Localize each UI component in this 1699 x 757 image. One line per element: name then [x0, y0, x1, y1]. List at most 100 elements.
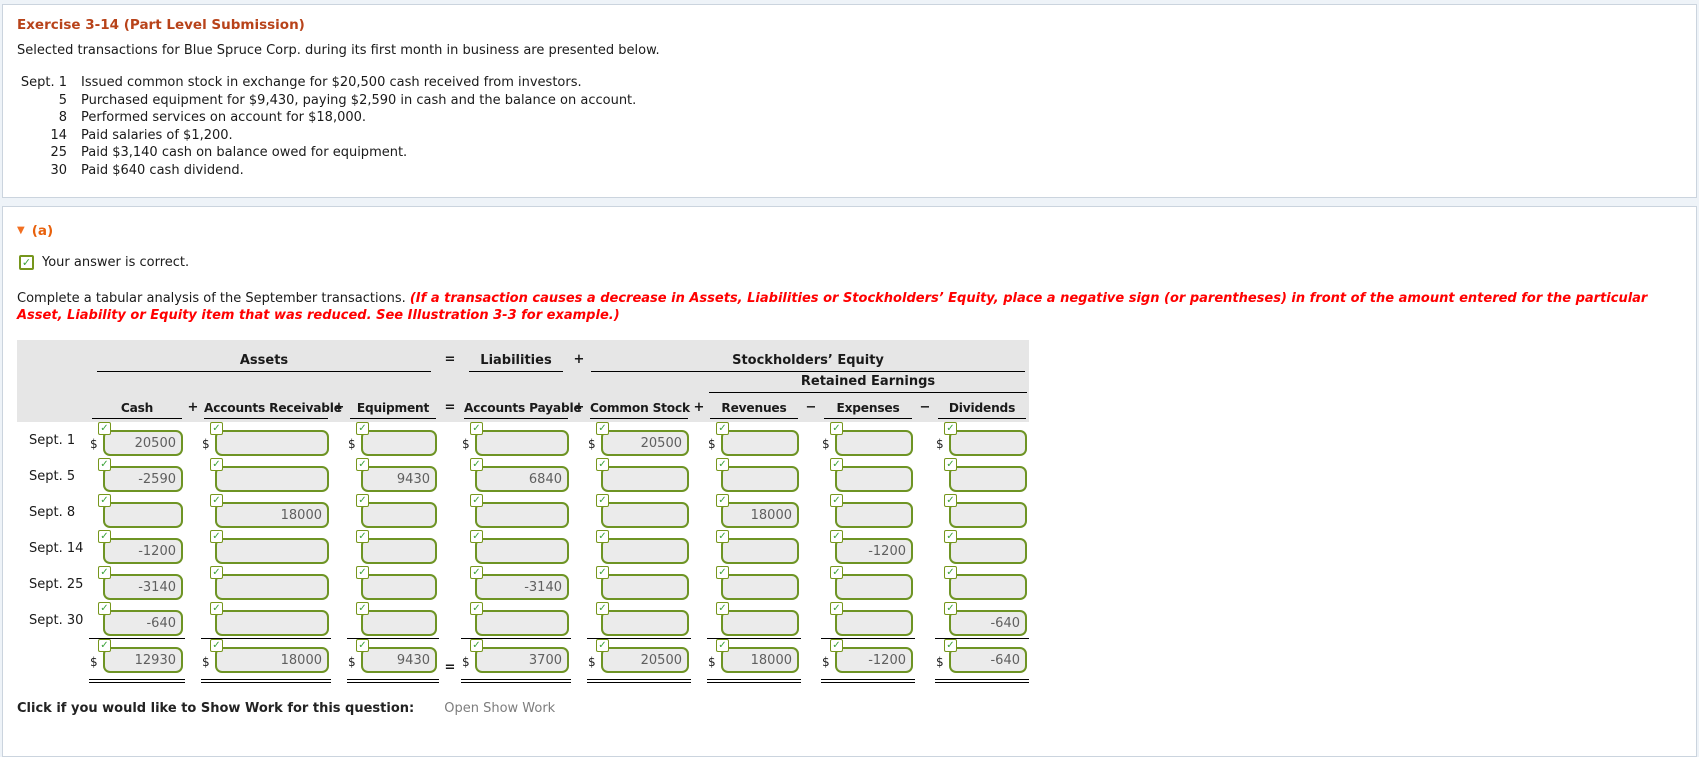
- instruction: Complete a tabular analysis of the Septe…: [17, 290, 1680, 324]
- amount-input-sept-14-cash[interactable]: [103, 538, 183, 564]
- amount-input-total-revenues[interactable]: [721, 647, 799, 673]
- amount-input-sept-1-dividends[interactable]: [949, 430, 1027, 456]
- amount-input-total-accounts-payable[interactable]: [475, 647, 569, 673]
- plus-sign: +: [187, 400, 199, 415]
- transaction-desc: Paid $3,140 cash on balance owed for equ…: [81, 145, 408, 160]
- correct-checkmark-icon: ✓: [470, 602, 483, 615]
- amount-input-sept-8-common-stock[interactable]: [601, 502, 689, 528]
- amount-input-sept-30-common-stock[interactable]: [601, 610, 689, 636]
- amount-input-sept-14-revenues[interactable]: [721, 538, 799, 564]
- amount-input-sept-30-revenues[interactable]: [721, 610, 799, 636]
- amount-input-sept-8-revenues[interactable]: [721, 502, 799, 528]
- amount-input-sept-8-equipment[interactable]: [361, 502, 437, 528]
- amount-input-sept-25-common-stock[interactable]: [601, 574, 689, 600]
- correct-checkmark-icon: ✓: [944, 458, 957, 471]
- row-label: [17, 638, 89, 685]
- amount-input-sept-1-expenses[interactable]: [835, 430, 913, 456]
- amount-input-sept-25-dividends[interactable]: [949, 574, 1027, 600]
- amount-input-sept-30-expenses[interactable]: [835, 610, 913, 636]
- table-cell: $ ✓: [347, 638, 439, 685]
- amount-input-sept-1-cash[interactable]: [103, 430, 183, 456]
- amount-input-total-accounts-receivable[interactable]: [215, 647, 329, 673]
- amount-input-total-expenses[interactable]: [835, 647, 913, 673]
- amount-input-sept-5-revenues[interactable]: [721, 466, 799, 492]
- total-double-underline: [461, 679, 571, 683]
- amount-input-sept-8-cash[interactable]: [103, 502, 183, 528]
- currency-symbol: $: [202, 655, 210, 669]
- table-cell: $ ✓: [587, 638, 691, 685]
- correct-checkmark-icon: ✓: [716, 566, 729, 579]
- correct-checkmark-icon: ✓: [716, 639, 729, 652]
- correct-checkmark-icon: ✓: [470, 530, 483, 543]
- show-work-label: Click if you would like to Show Work for…: [17, 701, 415, 716]
- correct-checkmark-icon: ✓: [470, 566, 483, 579]
- plus-sign: +: [333, 400, 345, 415]
- table-cell: $ ✓: [201, 422, 331, 458]
- correct-checkmark-icon: ✓: [830, 422, 843, 435]
- col-header-revenues: Revenues: [710, 401, 798, 419]
- amount-input-sept-5-common-stock[interactable]: [601, 466, 689, 492]
- amount-input-sept-1-revenues[interactable]: [721, 430, 799, 456]
- open-show-work-link[interactable]: Open Show Work: [444, 701, 555, 716]
- table-cell: ✓: [347, 602, 439, 638]
- amount-input-sept-1-accounts-payable[interactable]: [475, 430, 569, 456]
- amount-input-sept-14-common-stock[interactable]: [601, 538, 689, 564]
- correct-checkmark-icon: ✓: [98, 494, 111, 507]
- amount-input-sept-25-accounts-receivable[interactable]: [215, 574, 329, 600]
- amount-input-sept-8-accounts-payable[interactable]: [475, 502, 569, 528]
- table-cell: ✓: [821, 494, 915, 530]
- amount-input-sept-8-accounts-receivable[interactable]: [215, 502, 329, 528]
- amount-input-sept-25-accounts-payable[interactable]: [475, 574, 569, 600]
- amount-input-total-dividends[interactable]: [949, 647, 1027, 673]
- amount-input-sept-30-equipment[interactable]: [361, 610, 437, 636]
- amount-input-sept-1-common-stock[interactable]: [601, 430, 689, 456]
- table-cell: ✓: [89, 530, 185, 566]
- correct-checkmark-icon: ✓: [944, 422, 957, 435]
- amount-input-sept-5-expenses[interactable]: [835, 466, 913, 492]
- correct-checkmark-icon: ✓: [830, 494, 843, 507]
- amount-input-sept-1-equipment[interactable]: [361, 430, 437, 456]
- correct-checkmark-icon: ✓: [210, 458, 223, 471]
- amount-input-sept-14-expenses[interactable]: [835, 538, 913, 564]
- amount-input-sept-5-dividends[interactable]: [949, 466, 1027, 492]
- table-cell: ✓: [935, 530, 1029, 566]
- amount-input-sept-5-cash[interactable]: [103, 466, 183, 492]
- equals-sign: =: [444, 400, 456, 415]
- amount-input-sept-8-dividends[interactable]: [949, 502, 1027, 528]
- correct-checkmark-icon: ✓: [470, 494, 483, 507]
- correct-checkmark-icon: ✓: [596, 639, 609, 652]
- currency-symbol: $: [462, 655, 470, 669]
- amount-input-total-equipment[interactable]: [361, 647, 437, 673]
- amount-input-sept-25-revenues[interactable]: [721, 574, 799, 600]
- amount-input-sept-30-accounts-receivable[interactable]: [215, 610, 329, 636]
- amount-input-sept-14-dividends[interactable]: [949, 538, 1027, 564]
- amount-input-sept-1-accounts-receivable[interactable]: [215, 430, 329, 456]
- table-cell: ✓: [707, 494, 801, 530]
- amount-input-sept-5-accounts-payable[interactable]: [475, 466, 569, 492]
- collapse-triangle-icon[interactable]: ▼: [17, 226, 25, 236]
- amount-input-sept-30-dividends[interactable]: [949, 610, 1027, 636]
- amount-input-sept-14-accounts-payable[interactable]: [475, 538, 569, 564]
- amount-input-sept-14-equipment[interactable]: [361, 538, 437, 564]
- correct-checkmark-icon: ✓: [356, 566, 369, 579]
- amount-input-sept-25-cash[interactable]: [103, 574, 183, 600]
- transaction-date: Sept. 1: [20, 75, 67, 90]
- table-cell: ✓: [707, 602, 801, 638]
- amount-input-sept-14-accounts-receivable[interactable]: [215, 538, 329, 564]
- amount-input-sept-8-expenses[interactable]: [835, 502, 913, 528]
- correct-checkmark-icon: ✓: [596, 566, 609, 579]
- amount-input-sept-30-accounts-payable[interactable]: [475, 610, 569, 636]
- correct-checkmark-icon: ✓: [470, 422, 483, 435]
- amount-input-sept-5-accounts-receivable[interactable]: [215, 466, 329, 492]
- table-cell: ✓: [707, 530, 801, 566]
- equals-sign: =: [444, 352, 456, 367]
- amount-input-sept-25-equipment[interactable]: [361, 574, 437, 600]
- amount-input-total-common-stock[interactable]: [601, 647, 689, 673]
- amount-input-sept-25-expenses[interactable]: [835, 574, 913, 600]
- exercise-intro: Selected transactions for Blue Spruce Co…: [17, 43, 660, 58]
- amount-input-total-cash[interactable]: [103, 647, 183, 673]
- amount-input-sept-30-cash[interactable]: [103, 610, 183, 636]
- currency-symbol: $: [588, 437, 596, 451]
- amount-input-sept-5-equipment[interactable]: [361, 466, 437, 492]
- table-cell: ✓: [461, 458, 571, 494]
